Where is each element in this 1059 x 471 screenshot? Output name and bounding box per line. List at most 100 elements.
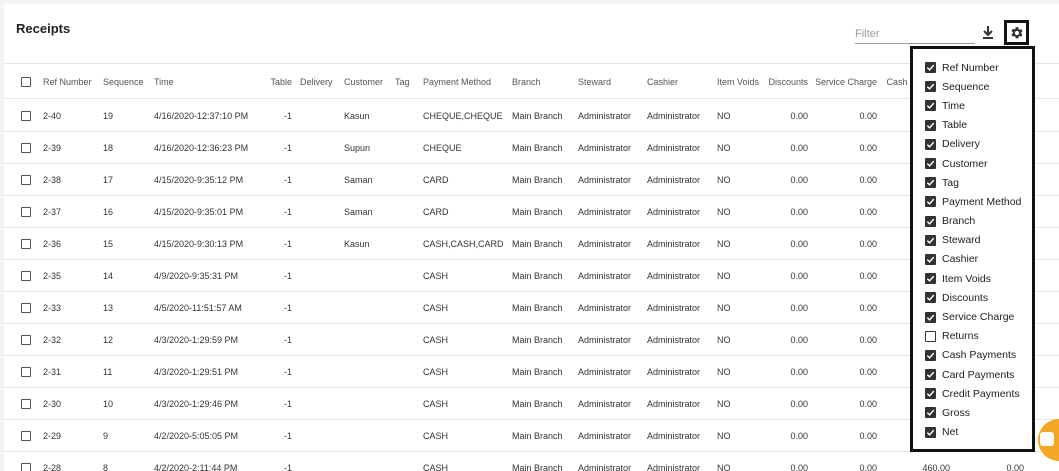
- cell-customer: [344, 324, 394, 355]
- checked-checkbox-icon[interactable]: [925, 349, 936, 361]
- row-checkbox[interactable]: [21, 302, 31, 313]
- checked-checkbox-icon[interactable]: [925, 119, 936, 131]
- column-header-service-charge[interactable]: Service Charge: [816, 66, 877, 98]
- table-row[interactable]: 2-40 19 4/16/2020-12:37:10 PM -1 Kasun CHEQUE…: [4, 100, 1059, 132]
- cell-customer: Saman: [344, 206, 373, 217]
- column-toggle-payment-method[interactable]: Payment Method: [913, 192, 1032, 211]
- checked-checkbox-icon[interactable]: [925, 292, 936, 304]
- cell-customer: [344, 260, 394, 291]
- cell-table: -1: [283, 302, 292, 313]
- cell-table: -1: [283, 462, 292, 471]
- table-row[interactable]: 2-31 11 4/3/2020-1:29:51 PM -1 CASH Main Bran…: [4, 356, 1059, 388]
- checked-checkbox-icon[interactable]: [925, 215, 936, 227]
- row-checkbox[interactable]: [21, 270, 31, 281]
- checked-checkbox-icon[interactable]: [925, 81, 936, 93]
- checked-checkbox-icon[interactable]: [925, 234, 936, 246]
- checked-checkbox-icon[interactable]: [925, 62, 936, 74]
- checked-checkbox-icon[interactable]: [925, 426, 936, 438]
- checked-checkbox-icon[interactable]: [925, 311, 936, 323]
- cell-service-charge: 0.00: [859, 174, 877, 185]
- column-toggle-ref-number[interactable]: Ref Number: [913, 58, 1032, 77]
- column-toggle-service-charge[interactable]: Service Charge: [913, 307, 1032, 326]
- checked-checkbox-icon[interactable]: [925, 196, 936, 208]
- column-toggle-net[interactable]: Net: [913, 423, 1032, 442]
- column-toggle-label: Cashier: [942, 253, 979, 266]
- checked-checkbox-icon[interactable]: [925, 253, 936, 265]
- column-toggle-credit-payments[interactable]: Credit Payments: [913, 384, 1032, 403]
- checked-checkbox-icon[interactable]: [925, 138, 936, 150]
- unchecked-checkbox-icon[interactable]: [925, 330, 936, 342]
- cell-ref-number: 2-40: [43, 110, 62, 121]
- table-row[interactable]: 2-36 15 4/15/2020-9:30:13 PM -1 Kasun CASH,CA…: [4, 228, 1059, 260]
- column-toggle-sequence[interactable]: Sequence: [913, 77, 1032, 96]
- column-toggle-gross[interactable]: Gross: [913, 403, 1032, 422]
- column-header-payment-method[interactable]: Payment Method: [423, 66, 511, 98]
- column-header-branch[interactable]: Branch: [512, 66, 574, 98]
- table-row[interactable]: 2-38 17 4/15/2020-9:35:12 PM -1 Saman CARD Mai…: [4, 164, 1059, 196]
- row-checkbox[interactable]: [21, 206, 31, 217]
- table-row[interactable]: 2-28 8 4/2/2020-2:11:44 PM -1 CASH Main Branc…: [4, 452, 1059, 471]
- column-toggle-card-payments[interactable]: Card Payments: [913, 365, 1032, 384]
- column-toggle-tag[interactable]: Tag: [913, 173, 1032, 192]
- column-toggle-table[interactable]: Table: [913, 116, 1032, 135]
- cell-table: -1: [283, 142, 292, 153]
- checked-checkbox-icon[interactable]: [925, 407, 936, 419]
- checked-checkbox-icon[interactable]: [925, 100, 936, 112]
- column-header-cashier[interactable]: Cashier: [647, 66, 713, 98]
- column-header-discounts[interactable]: Discounts: [767, 66, 808, 98]
- column-header-steward[interactable]: Steward: [578, 66, 644, 98]
- column-header-customer[interactable]: Customer: [344, 66, 394, 98]
- select-all-checkbox[interactable]: [21, 77, 31, 87]
- table-header-row: Ref Number Sequence Time Table Delivery Custo…: [4, 66, 1059, 99]
- column-toggle-discounts[interactable]: Discounts: [913, 288, 1032, 307]
- column-toggle-returns[interactable]: Returns: [913, 327, 1032, 346]
- table-row[interactable]: 2-35 14 4/9/2020-9:35:31 PM -1 CASH Main Bran…: [4, 260, 1059, 292]
- cell-discounts: 0.00: [790, 462, 808, 471]
- column-toggle-cash-payments[interactable]: Cash Payments: [913, 346, 1032, 365]
- table-row[interactable]: 2-32 12 4/3/2020-1:29:59 PM -1 CASH Main Bran…: [4, 324, 1059, 356]
- column-header-item-voids[interactable]: Item Voids: [717, 66, 763, 98]
- checked-checkbox-icon[interactable]: [925, 273, 936, 285]
- checked-checkbox-icon[interactable]: [925, 158, 936, 170]
- column-toggle-time[interactable]: Time: [913, 96, 1032, 115]
- checked-checkbox-icon[interactable]: [925, 388, 936, 400]
- cell-service-charge: 0.00: [859, 142, 877, 153]
- cell-discounts: 0.00: [790, 270, 808, 281]
- column-header-delivery[interactable]: Delivery: [300, 66, 342, 98]
- column-toggle-steward[interactable]: Steward: [913, 231, 1032, 250]
- row-checkbox[interactable]: [21, 430, 31, 441]
- cell-branch: Main Branch: [512, 334, 563, 345]
- table-row[interactable]: 2-29 9 4/2/2020-5:05:05 PM -1 CASH Main Branc…: [4, 420, 1059, 452]
- column-header-tag[interactable]: Tag: [395, 66, 421, 98]
- column-header-sequence[interactable]: Sequence: [103, 66, 148, 98]
- column-header-time[interactable]: Time: [154, 66, 264, 98]
- checked-checkbox-icon[interactable]: [925, 369, 936, 381]
- row-checkbox[interactable]: [21, 110, 31, 121]
- table-row[interactable]: 2-39 18 4/16/2020-12:36:23 PM -1 Supun CHEQUE…: [4, 132, 1059, 164]
- column-toggle-branch[interactable]: Branch: [913, 212, 1032, 231]
- table-row[interactable]: 2-30 10 4/3/2020-1:29:46 PM -1 CASH Main Bran…: [4, 388, 1059, 420]
- filter-input[interactable]: [855, 24, 975, 44]
- cell-delivery: [300, 228, 342, 259]
- row-checkbox[interactable]: [21, 142, 31, 153]
- column-header-ref-number[interactable]: Ref Number: [43, 66, 98, 98]
- column-toggle-item-voids[interactable]: Item Voids: [913, 269, 1032, 288]
- row-checkbox[interactable]: [21, 238, 31, 249]
- row-checkbox[interactable]: [21, 334, 31, 345]
- column-toggle-delivery[interactable]: Delivery: [913, 135, 1032, 154]
- row-checkbox[interactable]: [21, 462, 31, 471]
- download-button[interactable]: [980, 24, 996, 42]
- row-checkbox[interactable]: [21, 398, 31, 409]
- row-checkbox[interactable]: [21, 366, 31, 377]
- table-row[interactable]: 2-33 13 4/5/2020-11:51:57 AM -1 CASH Main Bra…: [4, 292, 1059, 324]
- cell-delivery: [300, 196, 342, 227]
- column-settings-button[interactable]: [1004, 20, 1029, 45]
- checked-checkbox-icon[interactable]: [925, 177, 936, 189]
- table-row[interactable]: 2-37 16 4/15/2020-9:35:01 PM -1 Saman CARD Mai…: [4, 196, 1059, 228]
- cell-discounts: 0.00: [790, 334, 808, 345]
- column-toggle-cashier[interactable]: Cashier: [913, 250, 1032, 269]
- row-checkbox[interactable]: [21, 174, 31, 185]
- column-header-table[interactable]: Table: [264, 66, 292, 98]
- column-toggle-customer[interactable]: Customer: [913, 154, 1032, 173]
- cell-discounts: 0.00: [790, 142, 808, 153]
